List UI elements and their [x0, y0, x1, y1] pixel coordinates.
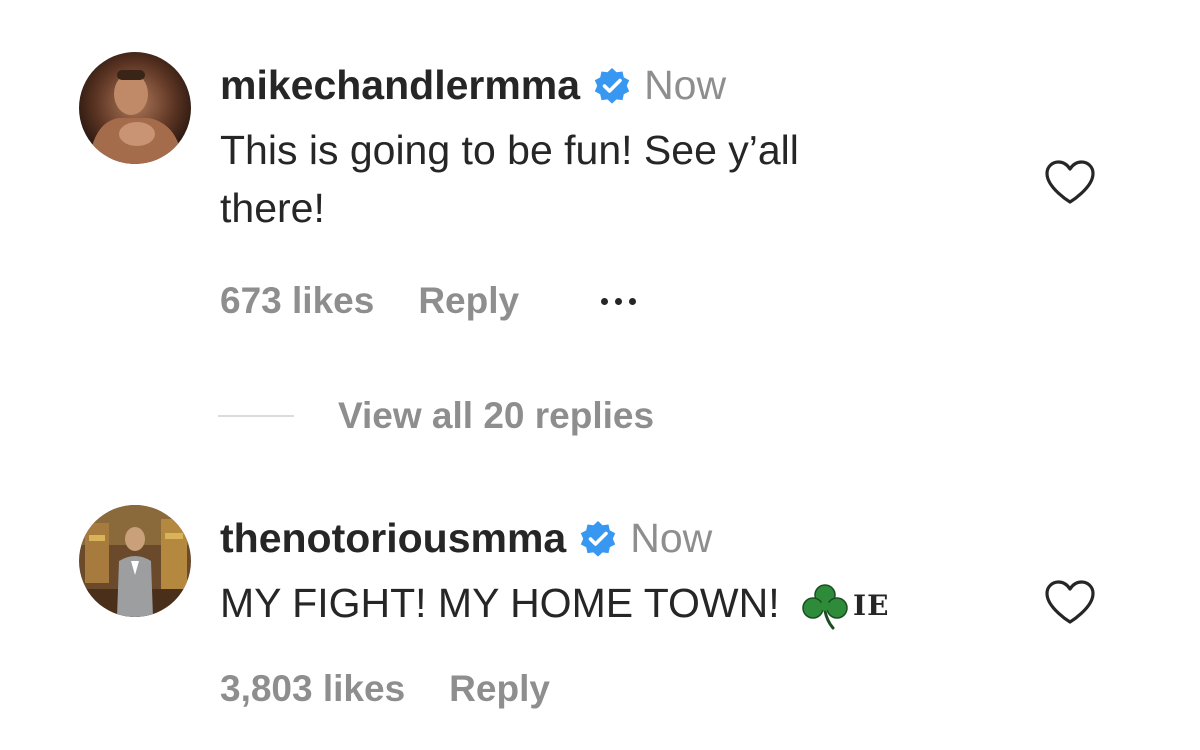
verified-badge-icon [581, 520, 616, 557]
likes-count[interactable]: 673 likes [220, 280, 374, 322]
view-replies-label[interactable]: View all 20 replies [338, 395, 654, 437]
avatar-image [79, 505, 191, 617]
avatar-image [79, 52, 191, 164]
dot [615, 297, 623, 305]
username[interactable]: thenotoriousmma [220, 515, 566, 562]
comment-text-line: MY FIGHT! MY HOME TOWN! [220, 580, 780, 626]
like-heart-icon[interactable] [1043, 158, 1097, 206]
flag-letters: IE [853, 589, 890, 623]
verified-badge-icon [594, 67, 630, 104]
comment-meta: 673 likes Reply [220, 280, 637, 322]
dot [629, 297, 637, 305]
comment-text-line: This is going to be fun! See y’all [220, 127, 799, 173]
likes-count[interactable]: 3,803 likes [220, 668, 405, 710]
comment-text: This is going to be fun! See y’all there… [220, 123, 799, 235]
reply-button[interactable]: Reply [449, 668, 550, 710]
shamrock-icon [802, 584, 848, 630]
divider-line [218, 415, 294, 417]
comment-meta: 3,803 likes Reply [220, 668, 550, 710]
more-options-icon[interactable] [601, 297, 637, 305]
avatar[interactable] [79, 505, 191, 617]
ireland-flag-emoji: IE [797, 579, 889, 633]
username[interactable]: mikechandlermma [220, 62, 580, 109]
timestamp: Now [630, 515, 713, 561]
view-replies-button[interactable]: View all 20 replies [218, 395, 654, 437]
avatar[interactable] [79, 52, 191, 164]
reply-button[interactable]: Reply [418, 280, 519, 322]
comment-header: thenotoriousmma Now [220, 515, 712, 562]
comment-header: mikechandlermma Now [220, 62, 726, 109]
comments-panel: mikechandlermma Now This is going to be … [0, 0, 1200, 750]
comment-text: MY FIGHT! MY HOME TOWN! IE [220, 576, 889, 633]
comment-text-line: there! [220, 185, 325, 231]
timestamp: Now [644, 62, 727, 108]
like-heart-icon[interactable] [1043, 578, 1097, 626]
dot [601, 297, 609, 305]
